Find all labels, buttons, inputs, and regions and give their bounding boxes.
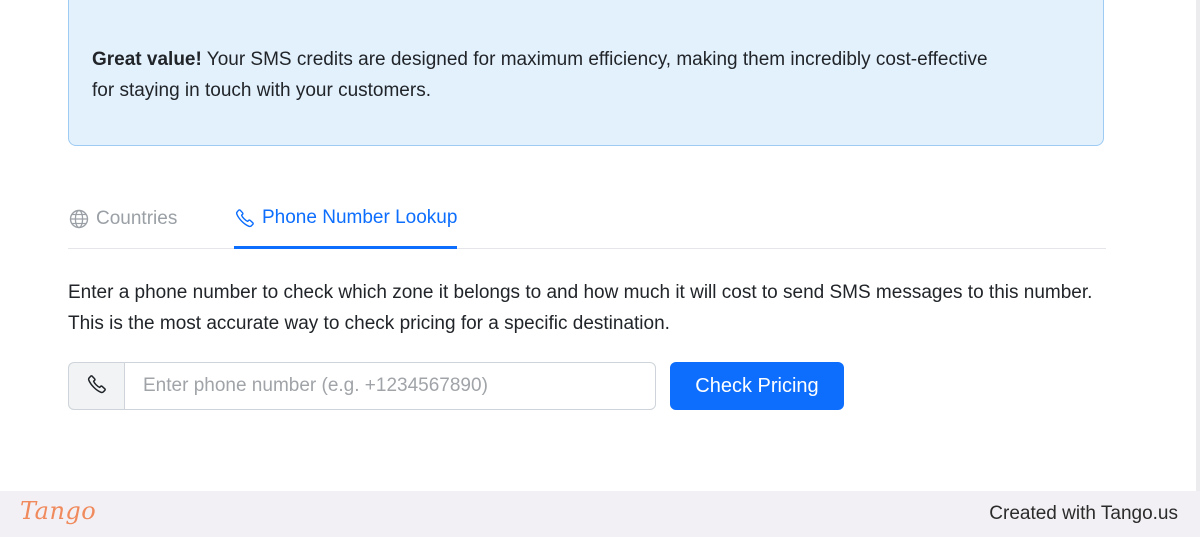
phone-input-prefix: [68, 362, 124, 410]
created-with-credit: Created with Tango.us: [989, 503, 1178, 524]
page: Great value! Your SMS credits are design…: [0, 0, 1200, 537]
phone-input-group: [68, 362, 656, 410]
tango-logo: Tango: [20, 497, 97, 525]
globe-icon: [68, 208, 90, 230]
content-card: Great value! Your SMS credits are design…: [0, 0, 1197, 491]
info-callout-body: Your SMS credits are designed for maximu…: [92, 49, 988, 101]
page-scroll-edge: [1196, 0, 1200, 491]
phone-icon: [87, 374, 107, 399]
tango-footer: Tango Created with Tango.us: [0, 491, 1200, 537]
tab-phone-number-lookup[interactable]: Phone Number Lookup: [234, 190, 458, 249]
phone-icon: [234, 207, 256, 229]
info-callout-text: Great value! Your SMS credits are design…: [92, 44, 992, 106]
info-callout-bold: Great value!: [92, 49, 202, 70]
tab-countries-label: Countries: [96, 208, 178, 229]
tab-countries[interactable]: Countries: [68, 190, 177, 248]
tab-phone-number-lookup-label: Phone Number Lookup: [262, 207, 458, 228]
phone-number-input[interactable]: [124, 362, 656, 410]
check-pricing-button[interactable]: Check Pricing: [670, 362, 844, 410]
lookup-description: Enter a phone number to check which zone…: [68, 282, 1093, 334]
pricing-tabs: Countries Phone Number Lookup: [68, 190, 1106, 249]
